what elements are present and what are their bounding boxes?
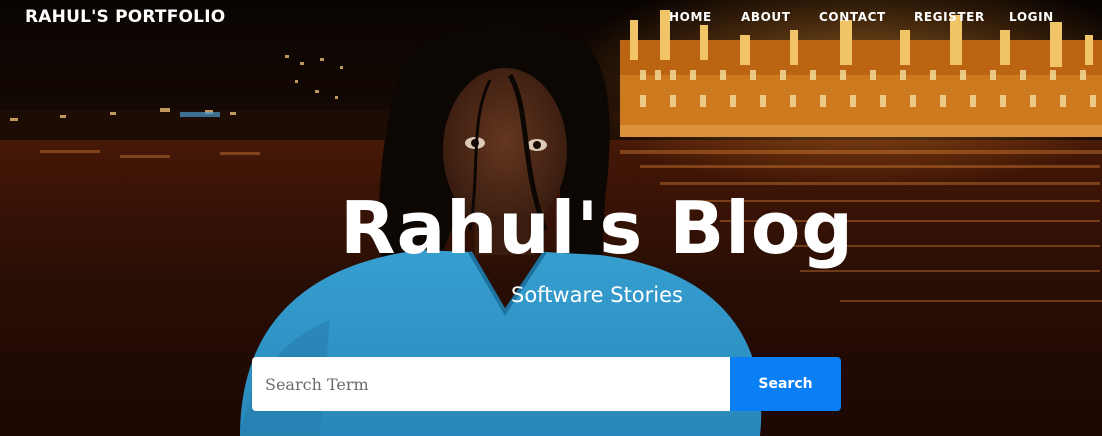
nav-link-contact[interactable]: CONTACT	[819, 10, 886, 24]
search-form: Search	[252, 357, 841, 411]
nav-link-register[interactable]: REGISTER	[914, 10, 985, 24]
nav-link-about[interactable]: ABOUT	[741, 10, 791, 24]
search-input[interactable]	[252, 357, 730, 411]
nav-link-home[interactable]: HOME	[669, 10, 712, 24]
page-subtitle: Software Stories	[511, 283, 683, 307]
hero-header: RAHUL'S PORTFOLIO HOME ABOUT CONTACT REG…	[0, 0, 1102, 436]
search-button[interactable]: Search	[730, 357, 841, 411]
nav-link-login[interactable]: LOGIN	[1009, 10, 1054, 24]
page-title: Rahul's Blog	[340, 186, 854, 270]
navbar: RAHUL'S PORTFOLIO HOME ABOUT CONTACT REG…	[0, 0, 1102, 36]
brand-link[interactable]: RAHUL'S PORTFOLIO	[25, 7, 225, 27]
